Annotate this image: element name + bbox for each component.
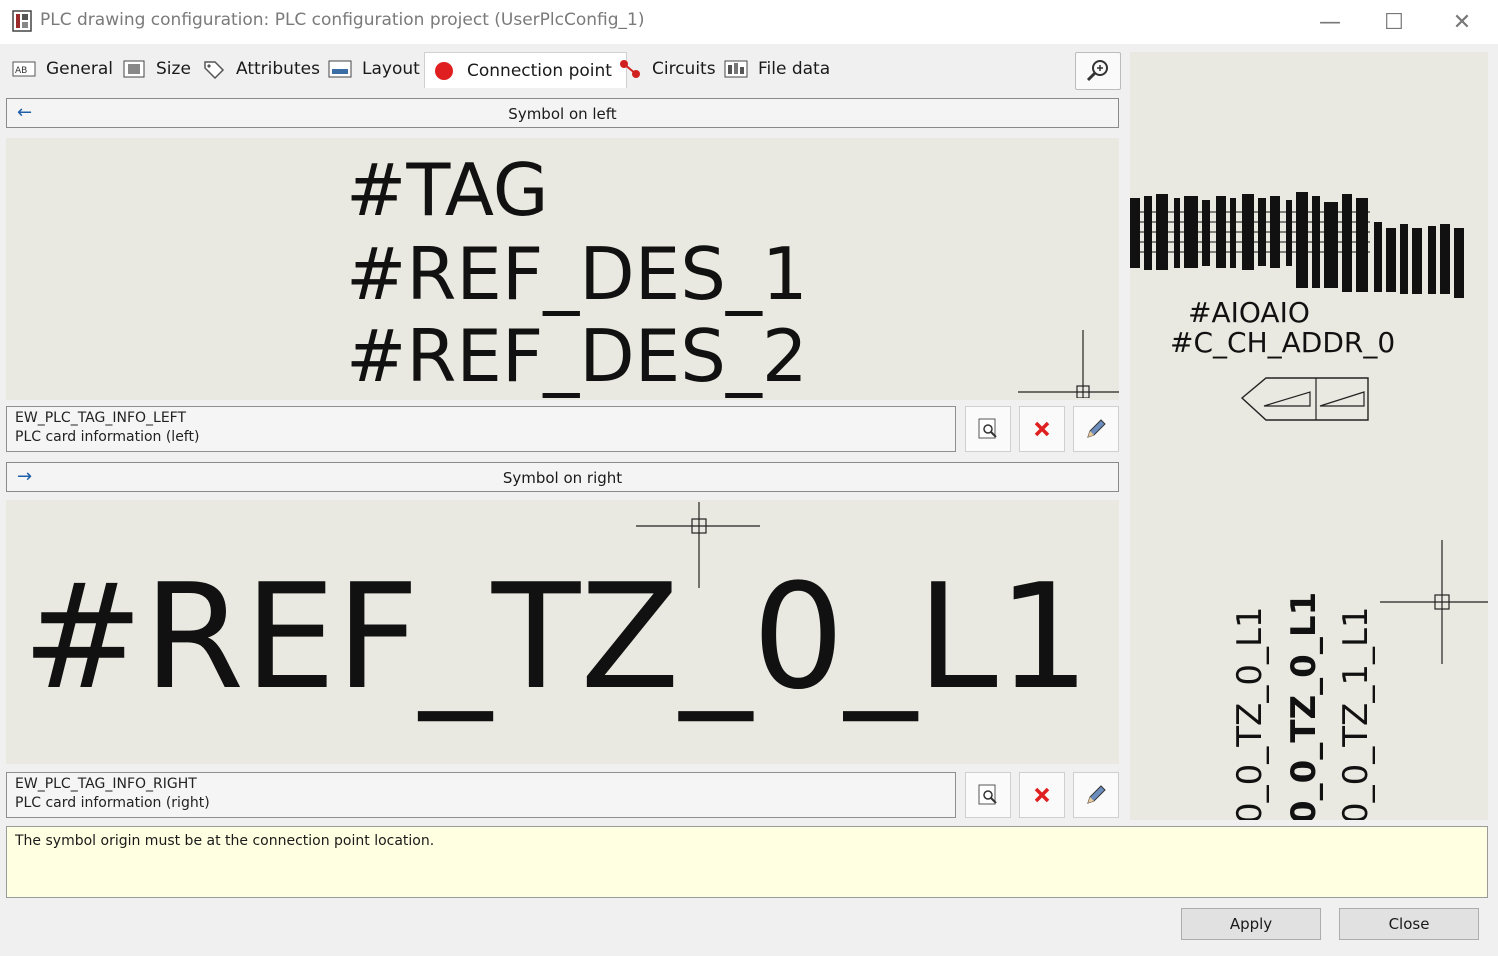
status-message-text: The symbol origin must be at the connect… xyxy=(15,833,435,849)
tab-label: General xyxy=(46,59,113,79)
symbol-left-label: Symbol on left xyxy=(508,105,617,123)
title-bar: PLC drawing configuration: PLC configura… xyxy=(0,0,1498,44)
symbol-left-header: ← Symbol on left xyxy=(6,98,1119,128)
pencil-icon xyxy=(1087,785,1106,804)
connector-symbol-icon xyxy=(1240,377,1369,421)
origin-crosshair-icon xyxy=(636,502,760,588)
tab-bar: AB General Size Attributes Layout Connec… xyxy=(6,52,1122,88)
canvas-text-ref-tz: #REF_TZ_0_L1 xyxy=(22,553,1090,722)
right-delete-button[interactable] xyxy=(1019,772,1065,818)
symbol-right-header: → Symbol on right xyxy=(6,462,1119,492)
right-preview-button[interactable] xyxy=(965,772,1011,818)
tab-circuits[interactable]: Circuits xyxy=(618,52,716,86)
tab-label: Layout xyxy=(362,59,420,79)
window-title: PLC drawing configuration: PLC configura… xyxy=(40,10,645,30)
origin-crosshair-icon xyxy=(1380,540,1488,664)
maximize-button[interactable]: ☐ xyxy=(1362,0,1426,44)
delete-icon xyxy=(1034,421,1050,437)
zoom-button[interactable] xyxy=(1075,52,1121,90)
red-dot-icon xyxy=(435,61,453,80)
preview-text-addr: #C_CH_ADDR_0 xyxy=(1170,326,1396,359)
left-symbol-description: PLC card information (left) xyxy=(15,429,200,445)
minimize-button[interactable]: — xyxy=(1298,0,1362,44)
left-edit-button[interactable] xyxy=(1073,406,1119,452)
canvas-text-tag: #TAG xyxy=(346,148,549,232)
tab-label: Connection point xyxy=(467,60,612,81)
right-symbol-name: EW_PLC_TAG_INFO_RIGHT xyxy=(15,776,197,792)
canvas-text-ref-des-1: #REF_DES_1 xyxy=(346,232,808,316)
preview-text-aio: #AIOAIO xyxy=(1188,296,1310,329)
tab-file-data[interactable]: File data xyxy=(724,52,830,86)
left-delete-button[interactable] xyxy=(1019,406,1065,452)
tab-size[interactable]: Size xyxy=(122,52,191,86)
symbol-preview-panel: #AIOAIO #C_CH_ADDR_0 0_0_TZ_0_L1 0_0_TZ_… xyxy=(1130,52,1488,820)
tab-attributes[interactable]: Attributes xyxy=(202,52,320,86)
symbol-left-canvas[interactable]: #TAG #REF_DES_1 #REF_DES_2 xyxy=(6,138,1119,400)
canvas-text-ref-des-2: #REF_DES_2 xyxy=(346,314,808,398)
tab-label: Attributes xyxy=(236,59,320,79)
symbol-right-label: Symbol on right xyxy=(502,469,623,487)
file-data-icon xyxy=(724,60,748,78)
status-message: The symbol origin must be at the connect… xyxy=(6,826,1488,898)
close-window-button[interactable]: ✕ xyxy=(1430,0,1494,44)
left-preview-button[interactable] xyxy=(965,406,1011,452)
preview-vertical-label-1: 0_0_TZ_0_L1 xyxy=(1230,606,1270,820)
tab-label: Size xyxy=(156,59,191,79)
tab-general[interactable]: AB General xyxy=(12,52,113,86)
app-icon xyxy=(12,10,32,32)
left-symbol-name: EW_PLC_TAG_INFO_LEFT xyxy=(15,410,187,426)
right-symbol-description: PLC card information (right) xyxy=(15,795,210,811)
svg-text:AB: AB xyxy=(15,66,27,76)
pencil-icon xyxy=(1087,419,1106,438)
delete-icon xyxy=(1034,787,1050,803)
tab-label: File data xyxy=(758,59,831,79)
preview-icon xyxy=(978,784,997,805)
preview-icon xyxy=(978,418,997,439)
close-button[interactable]: Close xyxy=(1339,908,1479,940)
layout-icon xyxy=(328,60,352,78)
origin-crosshair-icon xyxy=(1018,330,1119,398)
tab-layout[interactable]: Layout xyxy=(328,52,420,86)
magnifier-icon xyxy=(1086,60,1108,82)
preview-vertical-label-2: 0_0_TZ_0_L1 xyxy=(1284,591,1324,820)
symbol-right-canvas[interactable]: #REF_TZ_0_L1 xyxy=(6,500,1119,764)
tab-label: Circuits xyxy=(652,59,716,79)
circuits-icon xyxy=(620,60,640,78)
apply-button[interactable]: Apply xyxy=(1181,908,1321,940)
right-symbol-info: EW_PLC_TAG_INFO_RIGHT PLC card informati… xyxy=(6,772,956,818)
left-symbol-info: EW_PLC_TAG_INFO_LEFT PLC card informatio… xyxy=(6,406,956,452)
tag-icon xyxy=(204,61,225,79)
general-icon: AB xyxy=(12,61,36,77)
right-edit-button[interactable] xyxy=(1073,772,1119,818)
preview-vertical-label-3: 0_0_TZ_1_L1 xyxy=(1336,606,1376,820)
tab-connection-point[interactable]: Connection point xyxy=(424,52,627,88)
size-icon xyxy=(123,60,145,78)
